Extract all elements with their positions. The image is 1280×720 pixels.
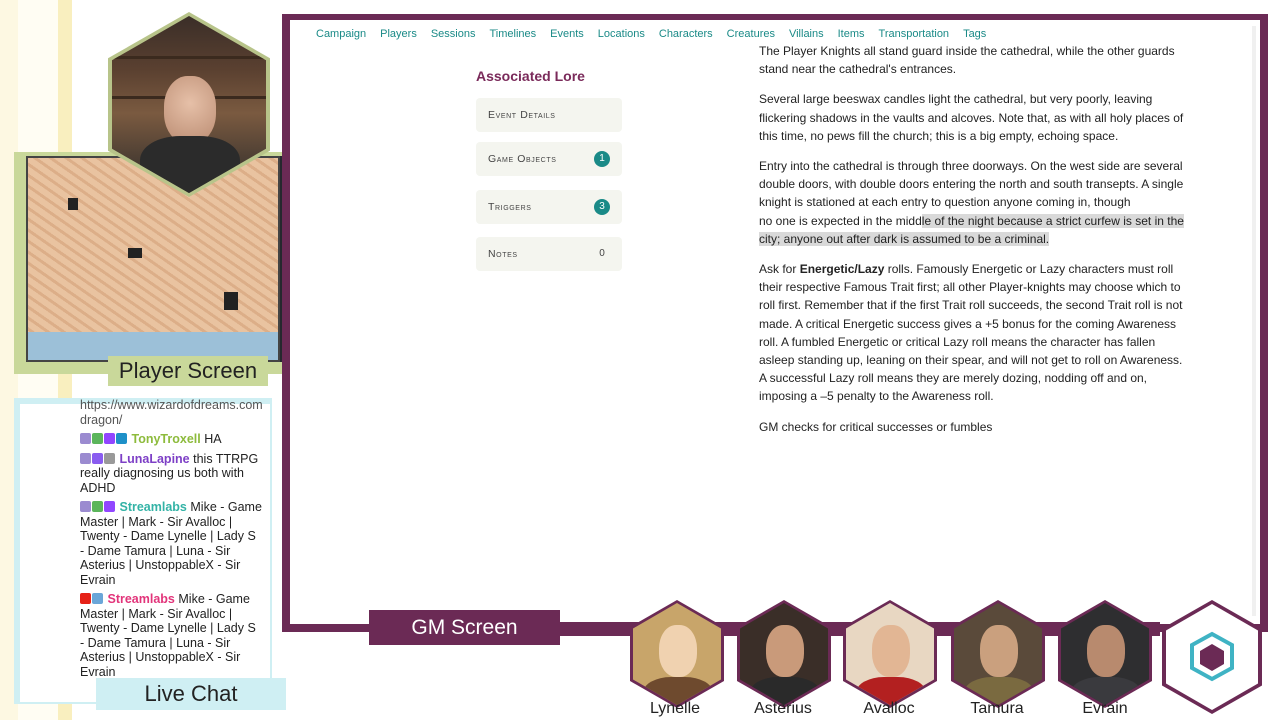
- paragraph-text: Entry into the cathedral is through thre…: [759, 159, 1184, 210]
- paragraph: The Player Knights all stand guard insid…: [759, 44, 1175, 77]
- paragraph-text: rolls. Famously Energetic or Lazy charac…: [759, 262, 1183, 404]
- chat-username: Streamlabs: [119, 500, 187, 514]
- nav-villains[interactable]: Villains: [789, 28, 824, 40]
- youtube-icon: [80, 593, 91, 604]
- nav-timelines[interactable]: Timelines: [489, 28, 536, 40]
- nav-characters[interactable]: Characters: [659, 28, 713, 40]
- chat-username: LunaLapine: [119, 451, 190, 466]
- wrench-icon: [92, 593, 103, 604]
- lore-item-label: Triggers: [488, 201, 532, 213]
- lore-item-label: Event Details: [488, 109, 556, 121]
- host-face: [164, 76, 216, 144]
- badge-icon: [104, 501, 115, 512]
- logo-icon: [1190, 631, 1234, 682]
- scrollbar[interactable]: [1252, 26, 1256, 616]
- nav-players[interactable]: Players: [380, 28, 417, 40]
- lore-item-event-details[interactable]: Event Details: [476, 98, 622, 132]
- bold-text: Energetic/Lazy: [799, 262, 885, 277]
- paragraph: Entry into the cathedral is through thre…: [759, 157, 1189, 248]
- chat-url[interactable]: https://www.wizardofdreams.com/pen-drago…: [80, 398, 262, 427]
- count-badge: 3: [594, 199, 610, 215]
- player-name: Lynelle: [649, 700, 701, 717]
- paragraph-text: no one is expected in the midd: [759, 213, 922, 228]
- city-map-image: [26, 156, 280, 362]
- live-chat-label: Live Chat: [96, 678, 286, 710]
- badge-icon: [92, 433, 103, 444]
- paragraph: Several large beeswax candles light the …: [759, 92, 1184, 143]
- chat-message: LunaLapine this TTRPG really diagnosing …: [80, 452, 262, 496]
- paragraph: Ask for Energetic/Lazy rolls. Famously E…: [759, 260, 1189, 406]
- lore-item-triggers[interactable]: Triggers 3: [476, 190, 622, 224]
- player-name: Asterius: [754, 700, 812, 717]
- chat-message: Streamlabs Mike - Game Master | Mark - S…: [80, 500, 262, 587]
- nav-transportation[interactable]: Transportation: [879, 28, 950, 40]
- nav-events[interactable]: Events: [550, 28, 584, 40]
- player-name: Evrain: [1082, 700, 1128, 717]
- player-screen-label: Player Screen: [108, 356, 268, 386]
- gm-screen-content: Campaign Players Sessions Timelines Even…: [290, 20, 1260, 624]
- top-nav: Campaign Players Sessions Timelines Even…: [316, 28, 1000, 40]
- associated-lore-title: Associated Lore: [476, 68, 585, 84]
- paragraph-text: Ask for: [759, 262, 800, 277]
- badge-icon: [104, 452, 115, 464]
- badge-icon: [92, 501, 103, 512]
- badge-icon: [80, 452, 91, 464]
- nav-creatures[interactable]: Creatures: [727, 28, 775, 40]
- count-badge: 1: [594, 151, 610, 167]
- chat-username: Streamlabs: [107, 592, 175, 606]
- chat-text: HA: [204, 432, 222, 446]
- nav-items[interactable]: Items: [838, 28, 865, 40]
- nav-tags[interactable]: Tags: [963, 28, 986, 40]
- lore-item-label: Notes: [488, 248, 518, 260]
- player-name: Tamura: [970, 700, 1024, 717]
- badge-icon: [116, 433, 127, 444]
- badge-icon: [80, 501, 91, 512]
- paragraph: GM checks for critical successes or fumb…: [759, 419, 993, 434]
- nav-locations[interactable]: Locations: [598, 28, 645, 40]
- badge-icon: [80, 433, 91, 444]
- player-name: Avalloc: [863, 700, 915, 717]
- chat-log: https://www.wizardofdreams.com/pen-drago…: [80, 398, 262, 678]
- badge-icon: [92, 452, 103, 464]
- event-description: The Player Knights all stand guard insid…: [759, 42, 1189, 448]
- lore-item-label: Game Objects: [488, 153, 557, 165]
- chat-message: Streamlabs Mike - Game Master | Mark - S…: [80, 592, 262, 678]
- chat-username: TonyTroxell: [131, 432, 201, 446]
- nav-campaign[interactable]: Campaign: [316, 28, 366, 40]
- chat-url-message: https://www.wizardofdreams.com/pen-drago…: [80, 398, 262, 427]
- chat-message: TonyTroxell HA: [80, 432, 262, 447]
- count-badge: 0: [599, 248, 605, 259]
- lore-item-notes[interactable]: Notes 0: [476, 237, 622, 271]
- nav-sessions[interactable]: Sessions: [431, 28, 476, 40]
- gm-screen-label: GM Screen: [369, 610, 560, 645]
- badge-icon: [104, 433, 115, 444]
- lore-item-game-objects[interactable]: Game Objects 1: [476, 142, 622, 176]
